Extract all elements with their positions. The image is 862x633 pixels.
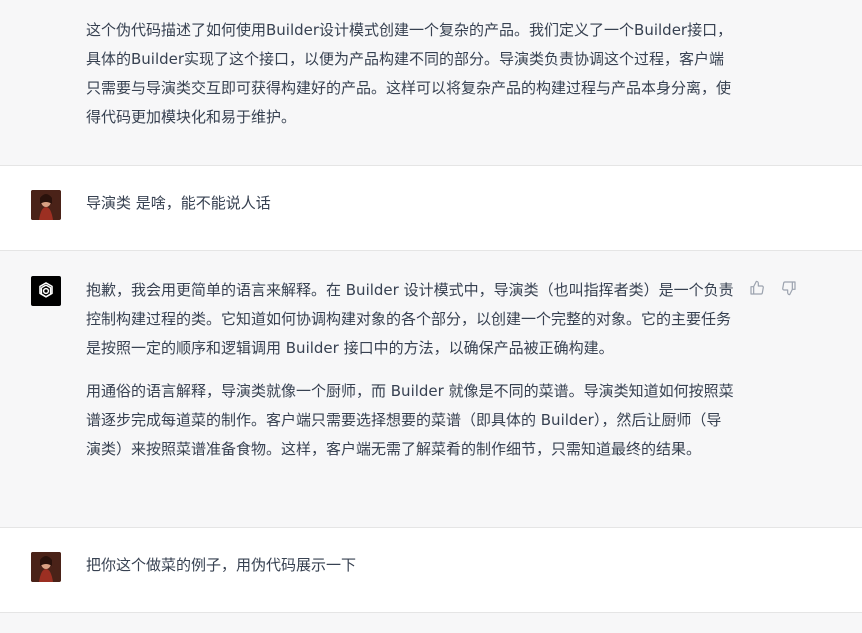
message-paragraph: 抱歉，我会用更简单的语言来解释。在 Builder 设计模式中，导演类（也叫指挥… xyxy=(86,281,734,357)
assistant-message: 抱歉，我会用更简单的语言来解释。在 Builder 设计模式中，导演类（也叫指挥… xyxy=(0,251,862,528)
message-content: 导演类 是啥，能不能说人话 xyxy=(86,190,736,216)
thumbs-down-icon xyxy=(782,281,796,296)
user-message: 导演类 是啥，能不能说人话 xyxy=(0,166,862,251)
user-message-text: 把你这个做菜的例子，用伪代码展示一下 xyxy=(86,556,357,574)
thumbs-down-button[interactable] xyxy=(780,279,798,297)
user-photo-avatar xyxy=(31,552,61,582)
openai-logo-icon xyxy=(39,282,53,298)
assistant-message: 这个伪代码描述了如何使用Builder设计模式创建一个复杂的产品。我们定义了一个… xyxy=(0,0,862,166)
thumbs-up-icon xyxy=(750,280,764,295)
message-content: 抱歉，我会用更简单的语言来解释。在 Builder 设计模式中，导演类（也叫指挥… xyxy=(86,276,736,464)
message-content: 把你这个做菜的例子，用伪代码展示一下 xyxy=(86,552,736,578)
user-avatar xyxy=(31,190,61,220)
assistant-message xyxy=(0,613,862,633)
message-content: 这个伪代码描述了如何使用Builder设计模式创建一个复杂的产品。我们定义了一个… xyxy=(86,16,736,132)
user-message: 把你这个做菜的例子，用伪代码展示一下 xyxy=(0,528,862,613)
chat-thread: 这个伪代码描述了如何使用Builder设计模式创建一个复杂的产品。我们定义了一个… xyxy=(0,0,862,633)
assistant-avatar xyxy=(31,276,61,306)
message-paragraph: 用通俗的语言解释，导演类就像一个厨师，而 Builder 就像是不同的菜谱。导演… xyxy=(86,382,734,458)
feedback-buttons xyxy=(748,279,798,297)
user-avatar xyxy=(31,552,61,582)
user-photo-avatar xyxy=(31,190,61,220)
thumbs-up-button[interactable] xyxy=(748,279,766,297)
user-message-text: 导演类 是啥，能不能说人话 xyxy=(86,194,271,212)
message-paragraph: 这个伪代码描述了如何使用Builder设计模式创建一个复杂的产品。我们定义了一个… xyxy=(86,21,733,126)
